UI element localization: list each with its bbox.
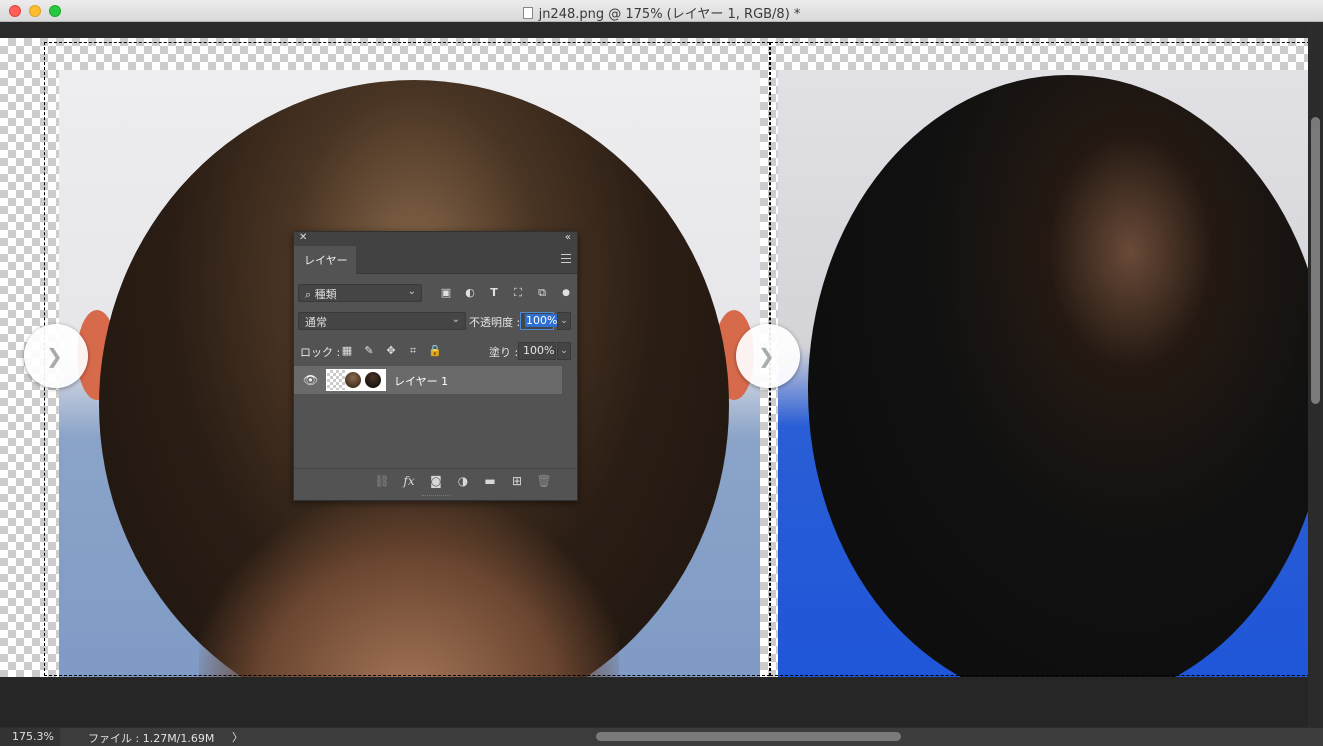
- fill-label: 塗り :: [489, 346, 519, 359]
- blend-row: 通常 ⌄ 不透明度 : 100% ⌄: [294, 310, 577, 332]
- add-mask-icon[interactable]: ◙: [428, 473, 444, 489]
- head-crown-after: [808, 75, 1308, 677]
- window-title: jn248.png @ 175% (レイヤー 1, RGB/8) *: [0, 3, 1323, 22]
- filter-kind-label: 種類: [314, 288, 337, 301]
- chevron-down-icon: ⌄: [451, 314, 460, 325]
- zoom-level: 175.3%: [12, 730, 54, 743]
- neck-before: [199, 500, 619, 677]
- filter-toggle-icon[interactable]: ●: [559, 286, 573, 300]
- file-info: ファイル : 1.27M/1.69M: [88, 732, 215, 745]
- filter-kind-select[interactable]: ⌕ 種類 ⌄: [298, 284, 422, 302]
- document-canvas[interactable]: ❯ ❯: [0, 22, 1308, 677]
- lock-label: ロック :: [300, 346, 341, 359]
- lock-transparent-pixels-icon[interactable]: ▦: [340, 344, 354, 358]
- chevron-right-icon: ❯: [758, 344, 775, 368]
- slider-handle-right[interactable]: ❯: [736, 324, 800, 388]
- lock-position-icon[interactable]: ✥: [384, 344, 398, 358]
- status-bar: 175.3% ファイル : 1.27M/1.69M 〉: [0, 727, 1323, 746]
- tab-layers[interactable]: レイヤー: [294, 246, 356, 274]
- thumbnail-head-after: [365, 372, 381, 388]
- blend-mode-select[interactable]: 通常 ⌄: [298, 312, 466, 330]
- opacity-input[interactable]: 100%: [520, 312, 559, 330]
- chevron-down-icon: ⌄: [407, 286, 416, 297]
- trash-icon[interactable]: 🗑: [536, 473, 552, 489]
- new-layer-icon[interactable]: ⊞: [509, 473, 525, 489]
- chevron-right-icon: ❯: [46, 344, 63, 368]
- filter-row: ⌕ 種類 ⌄ ▣ ◐ T ⛶ ⧉ ●: [294, 282, 577, 304]
- layer-thumbnail: [326, 369, 386, 391]
- group-folder-icon[interactable]: ▬: [482, 473, 498, 489]
- fill-value: 100%: [523, 344, 555, 357]
- zoom-level-field[interactable]: 175.3%: [0, 728, 60, 746]
- adjustment-layer-icon[interactable]: ◑: [455, 473, 471, 489]
- blend-mode-label: 通常: [305, 316, 327, 329]
- panel-footer-toolbar: ⛓ fx ◙ ◑ ▬ ⊞ 🗑: [294, 468, 577, 494]
- fx-icon[interactable]: fx: [401, 473, 417, 489]
- document-icon: [522, 7, 533, 19]
- panel-tab-bar: レイヤー: [294, 246, 577, 274]
- layers-panel: ✕ « レイヤー ⌕ 種類 ⌄ ▣ ◐ T ⛶ ⧉ ● 通常 ⌄ 不透明度 : …: [293, 231, 578, 501]
- horizontal-scroll-thumb[interactable]: [596, 732, 901, 741]
- layer-name: レイヤー 1: [394, 375, 449, 388]
- vertical-scrollbar[interactable]: [1308, 22, 1323, 727]
- filter-shape-icon[interactable]: ⛶: [511, 286, 525, 300]
- search-icon: ⌕: [305, 288, 312, 301]
- slider-handle-left[interactable]: ❯: [24, 324, 88, 388]
- filter-adjustment-icon[interactable]: ◐: [463, 286, 477, 300]
- lock-icons: ▦ ✎ ✥ ⌗ 🔒: [340, 344, 450, 358]
- filter-pixel-icon[interactable]: ▣: [439, 286, 453, 300]
- link-layers-icon[interactable]: ⛓: [374, 473, 390, 489]
- panel-resize-grip[interactable]: [422, 495, 450, 498]
- lock-image-pixels-icon[interactable]: ✎: [362, 344, 376, 358]
- opacity-label: 不透明度 :: [469, 316, 521, 329]
- eye-icon[interactable]: 👁: [303, 373, 318, 387]
- lock-all-icon[interactable]: 🔒: [428, 344, 442, 358]
- fill-dropdown[interactable]: ⌄: [557, 342, 571, 360]
- vertical-scroll-thumb[interactable]: [1311, 117, 1320, 404]
- layer-row[interactable]: 👁 レイヤー 1: [294, 366, 562, 394]
- opacity-dropdown[interactable]: ⌄: [557, 312, 571, 330]
- panel-menu-icon[interactable]: [561, 254, 571, 263]
- lock-artboard-icon[interactable]: ⌗: [406, 344, 420, 358]
- panel-header-strip: ✕ «: [294, 232, 577, 246]
- thumbnail-head-before: [345, 372, 361, 388]
- status-menu-arrow-icon[interactable]: 〉: [232, 729, 243, 745]
- lock-row: ロック : ▦ ✎ ✥ ⌗ 🔒 塗り : 100% ⌄: [294, 340, 577, 362]
- thumbnail-checker: [327, 370, 345, 390]
- filter-smart-object-icon[interactable]: ⧉: [535, 286, 549, 300]
- window-titlebar: jn248.png @ 175% (レイヤー 1, RGB/8) *: [0, 0, 1323, 22]
- tab-layers-label: レイヤー: [304, 254, 348, 267]
- panel-collapse-icon[interactable]: «: [565, 232, 571, 243]
- opacity-value: 100%: [525, 314, 559, 327]
- panel-close-icon[interactable]: ✕: [299, 232, 307, 243]
- fill-input[interactable]: 100%: [518, 342, 556, 360]
- filter-type-icon[interactable]: T: [487, 286, 501, 300]
- photo-after: [778, 70, 1308, 677]
- window-title-text: jn248.png @ 175% (レイヤー 1, RGB/8) *: [538, 7, 801, 22]
